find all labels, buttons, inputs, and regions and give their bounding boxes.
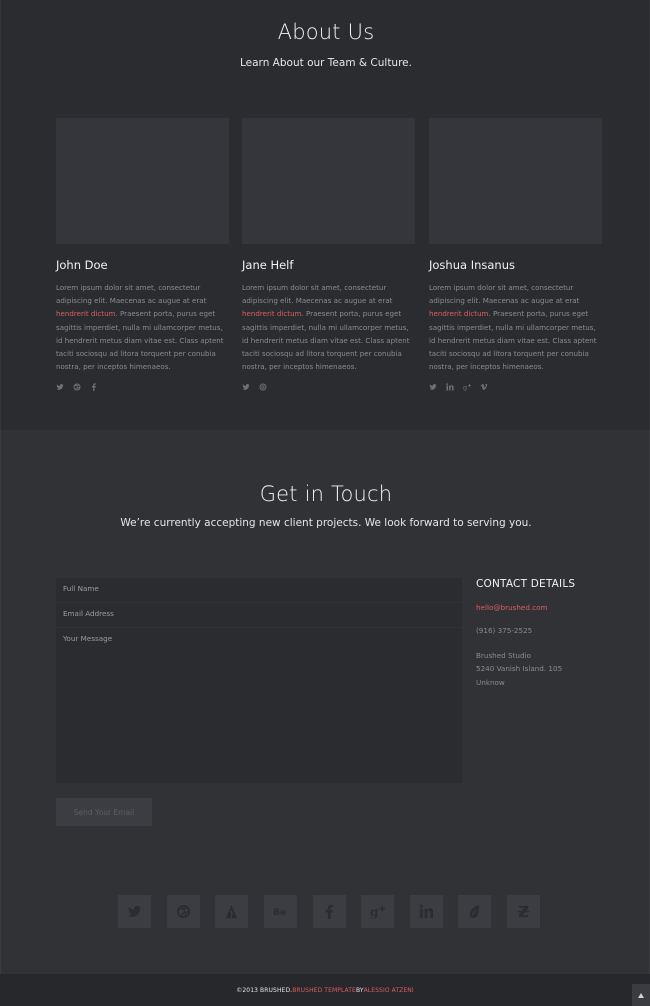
- footer: ©2013 BRUSHED. BRUSHED TEMPLATE BY ALESS…: [0, 974, 650, 1006]
- contact-subtitle: We’re currently accepting new client pro…: [120, 517, 532, 529]
- member-name: John Doe: [56, 258, 108, 272]
- twitter-icon[interactable]: [429, 383, 437, 391]
- envato-icon[interactable]: [458, 895, 492, 928]
- social-bar: Be g: [118, 895, 540, 928]
- member-social-links: [56, 383, 229, 392]
- member-bio: Lorem ipsum dolor sit amet, consectetur …: [429, 283, 597, 372]
- facebook-icon[interactable]: [90, 383, 98, 392]
- team-member-card: John Doe Lorem ipsum dolor sit amet, con…: [56, 118, 229, 392]
- about-title: About Us: [277, 20, 375, 44]
- contact-title: Get in Touch: [259, 482, 393, 506]
- dribbble-icon[interactable]: [166, 895, 200, 928]
- facebook-icon[interactable]: [312, 895, 346, 928]
- member-social-links: g: [429, 383, 602, 391]
- member-name: Jane Helf: [242, 258, 294, 272]
- footer-author-link[interactable]: ALESSIO ATZENI: [364, 987, 414, 994]
- contact-details: CONTACT DETAILS hello@brushed.com (916) …: [476, 578, 626, 689]
- member-photo: [242, 118, 415, 244]
- footer-copyright: ©2013 BRUSHED.: [236, 986, 293, 994]
- about-section: About Us Learn About our Team & Culture.…: [0, 0, 650, 430]
- linkedin-icon[interactable]: [409, 895, 443, 928]
- contact-email-link[interactable]: hello@brushed.com: [476, 603, 626, 612]
- twitter-icon[interactable]: [56, 383, 64, 391]
- vimeo-icon[interactable]: [480, 383, 488, 391]
- zerply-icon[interactable]: [507, 895, 540, 928]
- twitter-icon[interactable]: [242, 383, 250, 391]
- behance-icon[interactable]: Be: [263, 895, 297, 928]
- contact-details-heading: CONTACT DETAILS: [476, 578, 576, 590]
- contact-section: Get in Touch We’re currently accepting n…: [0, 430, 650, 974]
- full-name-input[interactable]: Full Name: [56, 578, 462, 603]
- contact-address: Brushed Studio 5240 Vanish Island. 105 U…: [476, 651, 563, 687]
- svg-text:g: g: [370, 905, 379, 919]
- member-bio: Lorem ipsum dolor sit amet, consectetur …: [56, 283, 224, 372]
- member-name: Joshua Insanus: [429, 258, 515, 272]
- email-icon[interactable]: [259, 383, 267, 391]
- googleplus-icon[interactable]: g: [361, 895, 395, 928]
- chevron-up-icon: [638, 992, 644, 998]
- message-textarea[interactable]: Your Message: [56, 628, 462, 783]
- bio-link[interactable]: hendrerit dictum: [242, 309, 301, 318]
- linkedin-icon[interactable]: [446, 383, 454, 391]
- forrst-icon[interactable]: [215, 895, 249, 928]
- contact-form: Full Name Email Address Your Message Sen…: [56, 578, 462, 826]
- team-member-card: Joshua Insanus Lorem ipsum dolor sit ame…: [429, 118, 602, 391]
- member-social-links: [242, 383, 415, 391]
- bio-link[interactable]: hendrerit dictum: [429, 309, 488, 318]
- member-bio: Lorem ipsum dolor sit amet, consectetur …: [242, 283, 410, 372]
- svg-text:Be: Be: [273, 907, 286, 918]
- back-to-top-button[interactable]: [632, 984, 650, 1006]
- bio-link[interactable]: hendrerit dictum: [56, 309, 115, 318]
- send-email-button[interactable]: Send Your Email: [56, 798, 152, 826]
- member-photo: [429, 118, 602, 244]
- team-member-card: Jane Helf Lorem ipsum dolor sit amet, co…: [242, 118, 415, 391]
- dribbble-icon[interactable]: [73, 383, 81, 391]
- footer-template-link[interactable]: BRUSHED TEMPLATE: [292, 987, 356, 994]
- googleplus-icon[interactable]: g: [463, 383, 471, 391]
- email-input[interactable]: Email Address: [56, 603, 462, 628]
- svg-text:g: g: [463, 384, 467, 392]
- twitter-icon[interactable]: [118, 895, 151, 928]
- member-photo: [56, 118, 229, 244]
- footer-by: BY: [355, 986, 364, 994]
- about-subtitle: Learn About our Team & Culture.: [240, 57, 412, 69]
- contact-phone: (916) 375-2525: [476, 626, 533, 635]
